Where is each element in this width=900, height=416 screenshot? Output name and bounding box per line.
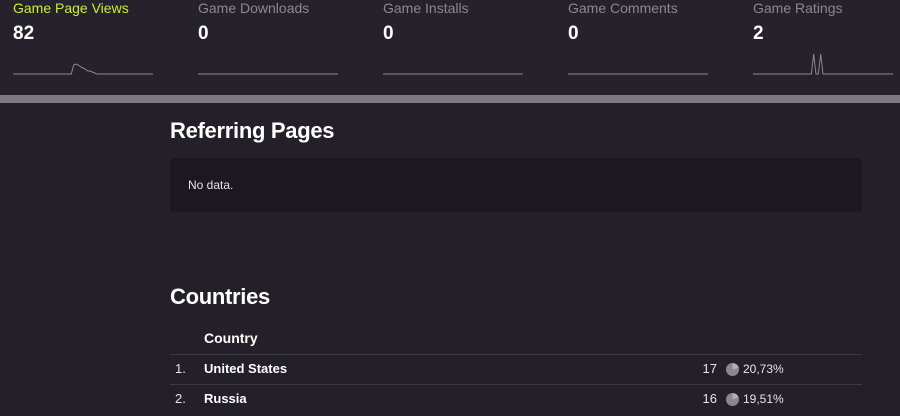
row-rank: 1. — [175, 361, 186, 376]
stat-value: 82 — [13, 23, 35, 44]
countries-heading: Countries — [170, 284, 270, 309]
stat-value: 0 — [568, 23, 579, 44]
stat-label: Game Installs — [383, 0, 469, 16]
stat-value: 0 — [198, 23, 209, 44]
pie-icon — [726, 363, 739, 376]
row-country: United States — [204, 361, 288, 376]
stat-game-page-views[interactable]: Game Page Views 82 — [13, 0, 158, 90]
row-rank: 2. — [175, 391, 186, 406]
stat-label: Game Ratings — [753, 0, 843, 16]
pie-icon — [726, 393, 739, 406]
referring-pages-heading: Referring Pages — [170, 118, 335, 143]
stat-label: Game Page Views — [13, 0, 129, 16]
sparkline-chart — [568, 73, 708, 75]
sparkline-chart — [383, 73, 523, 75]
referring-pages-panel: No data. — [170, 158, 862, 212]
row-country: Russia — [204, 391, 247, 406]
row-count: 17 — [702, 361, 717, 376]
stat-game-downloads[interactable]: Game Downloads 0 — [198, 0, 343, 90]
table-row[interactable]: 2. Russia 16 19,51% — [170, 384, 862, 414]
stat-label: Game Downloads — [198, 0, 310, 16]
stat-game-installs[interactable]: Game Installs 0 — [383, 0, 528, 90]
column-header-country: Country — [204, 330, 258, 346]
sparkline-chart — [753, 53, 893, 75]
stat-game-ratings[interactable]: Game Ratings 2 — [753, 0, 898, 90]
stat-game-comments[interactable]: Game Comments 0 — [568, 0, 713, 90]
section-divider — [0, 95, 900, 103]
row-count: 16 — [702, 391, 717, 406]
sparkline-chart — [13, 63, 153, 75]
stats-bar: Game Page Views 82 Game Downloads 0 Game… — [0, 0, 900, 95]
stat-value: 2 — [753, 23, 764, 44]
row-percent: 19,51% — [743, 392, 784, 406]
sparkline-chart — [198, 73, 338, 75]
empty-state-text: No data. — [188, 178, 234, 192]
table-row[interactable]: 1. United States 17 20,73% — [170, 354, 862, 384]
row-percent: 20,73% — [743, 362, 784, 376]
stat-value: 0 — [383, 23, 394, 44]
sparkline-line — [753, 53, 893, 75]
stat-label: Game Comments — [568, 0, 678, 16]
sparkline-line — [13, 63, 153, 75]
